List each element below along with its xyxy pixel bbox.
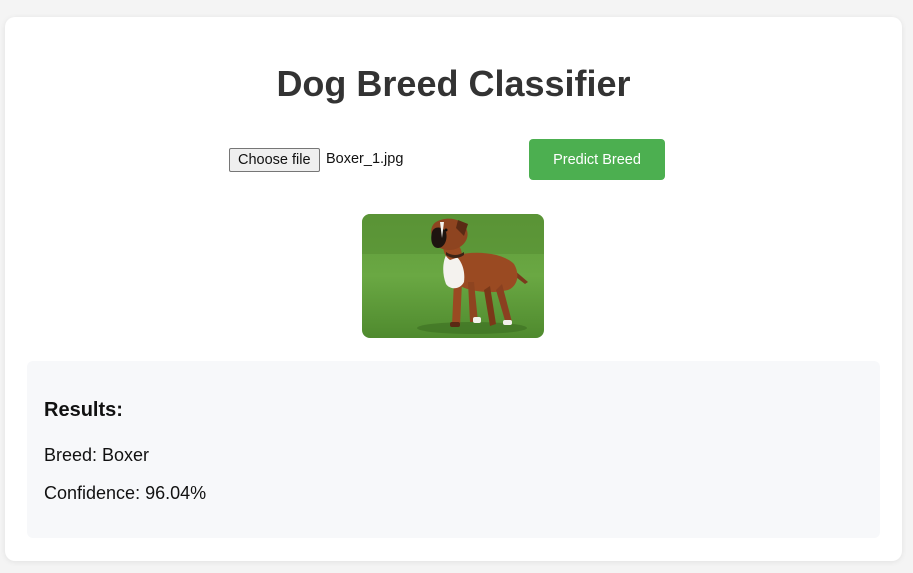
breed-result: Breed: Boxer <box>44 445 150 465</box>
classifier-card: Dog Breed Classifier Choose file Boxer_1… <box>5 17 902 561</box>
results-panel: Results: Breed: Boxer Confidence: 96.04% <box>27 361 880 538</box>
results-heading: Results: <box>44 399 123 421</box>
choose-file-button[interactable]: Choose file <box>229 148 320 172</box>
selected-file-name: Boxer_1.jpg <box>326 151 404 167</box>
page-title: Dog Breed Classifier <box>276 63 631 104</box>
dog-image-graphic <box>362 214 544 338</box>
confidence-result: Confidence: 96.04% <box>44 483 207 503</box>
predict-breed-button[interactable]: Predict Breed <box>529 139 665 180</box>
uploaded-dog-image <box>362 214 544 338</box>
